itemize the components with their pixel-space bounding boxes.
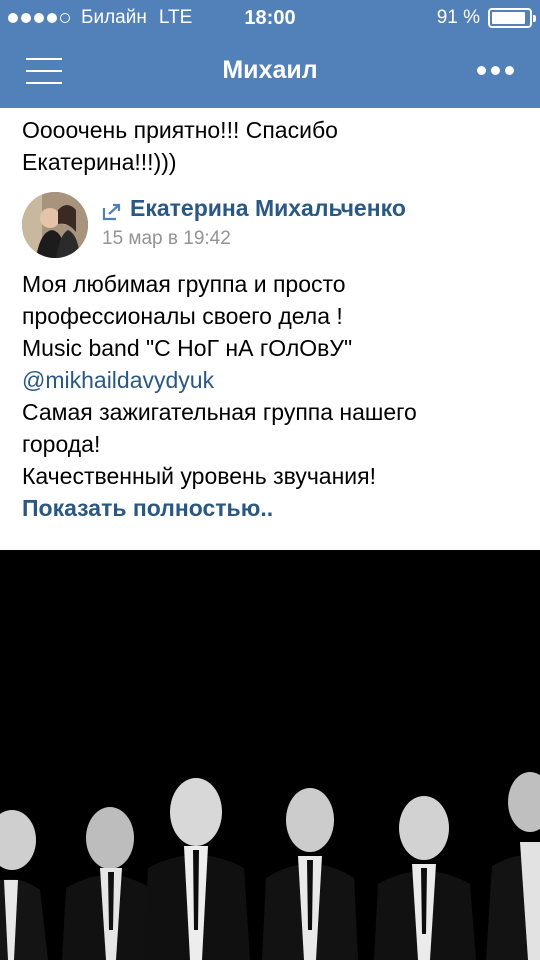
- post-content: Оооочень приятно!!! Спасибо Екатерина!!!…: [0, 108, 540, 524]
- post-photo[interactable]: [0, 550, 540, 960]
- show-more-link[interactable]: Показать полностью..: [22, 492, 518, 524]
- avatar[interactable]: [22, 192, 88, 258]
- post-line: профессионалы своего дела !: [22, 303, 343, 329]
- nav-bar: Михаил: [0, 36, 540, 108]
- post-line: Качественный уровень звучания!: [22, 463, 376, 489]
- post-line: Самая зажигательная группа нашего: [22, 399, 417, 425]
- post-line: города!: [22, 431, 101, 457]
- battery-percent: 91 %: [436, 7, 480, 28]
- repost-header[interactable]: Екатерина Михальченко 15 мар в 19:42: [0, 192, 540, 276]
- repost-author-name[interactable]: Екатерина Михальченко: [130, 195, 406, 222]
- repost-icon: [102, 203, 121, 221]
- battery-icon: [488, 8, 536, 28]
- more-dots-icon[interactable]: [472, 66, 514, 75]
- repost-date: 15 мар в 19:42: [102, 228, 231, 249]
- comment-text: Оооочень приятно!!! Спасибо Екатерина!!!…: [0, 108, 540, 178]
- post-text: Моя любимая группа и просто профессионал…: [0, 268, 540, 524]
- status-bar: Билайн LTE 18:00 91 %: [0, 0, 540, 36]
- post-line: Music band "С НоГ нА гОлОвУ": [22, 335, 353, 361]
- mention-link[interactable]: @mikhaildavydyuk: [22, 364, 518, 396]
- status-right: 91 %: [436, 7, 536, 29]
- page-title: Михаил: [222, 56, 318, 84]
- comment-line: Оооочень приятно!!! Спасибо: [22, 117, 338, 143]
- battery-fill: [492, 12, 525, 24]
- comment-line: Екатерина!!!))): [22, 149, 177, 175]
